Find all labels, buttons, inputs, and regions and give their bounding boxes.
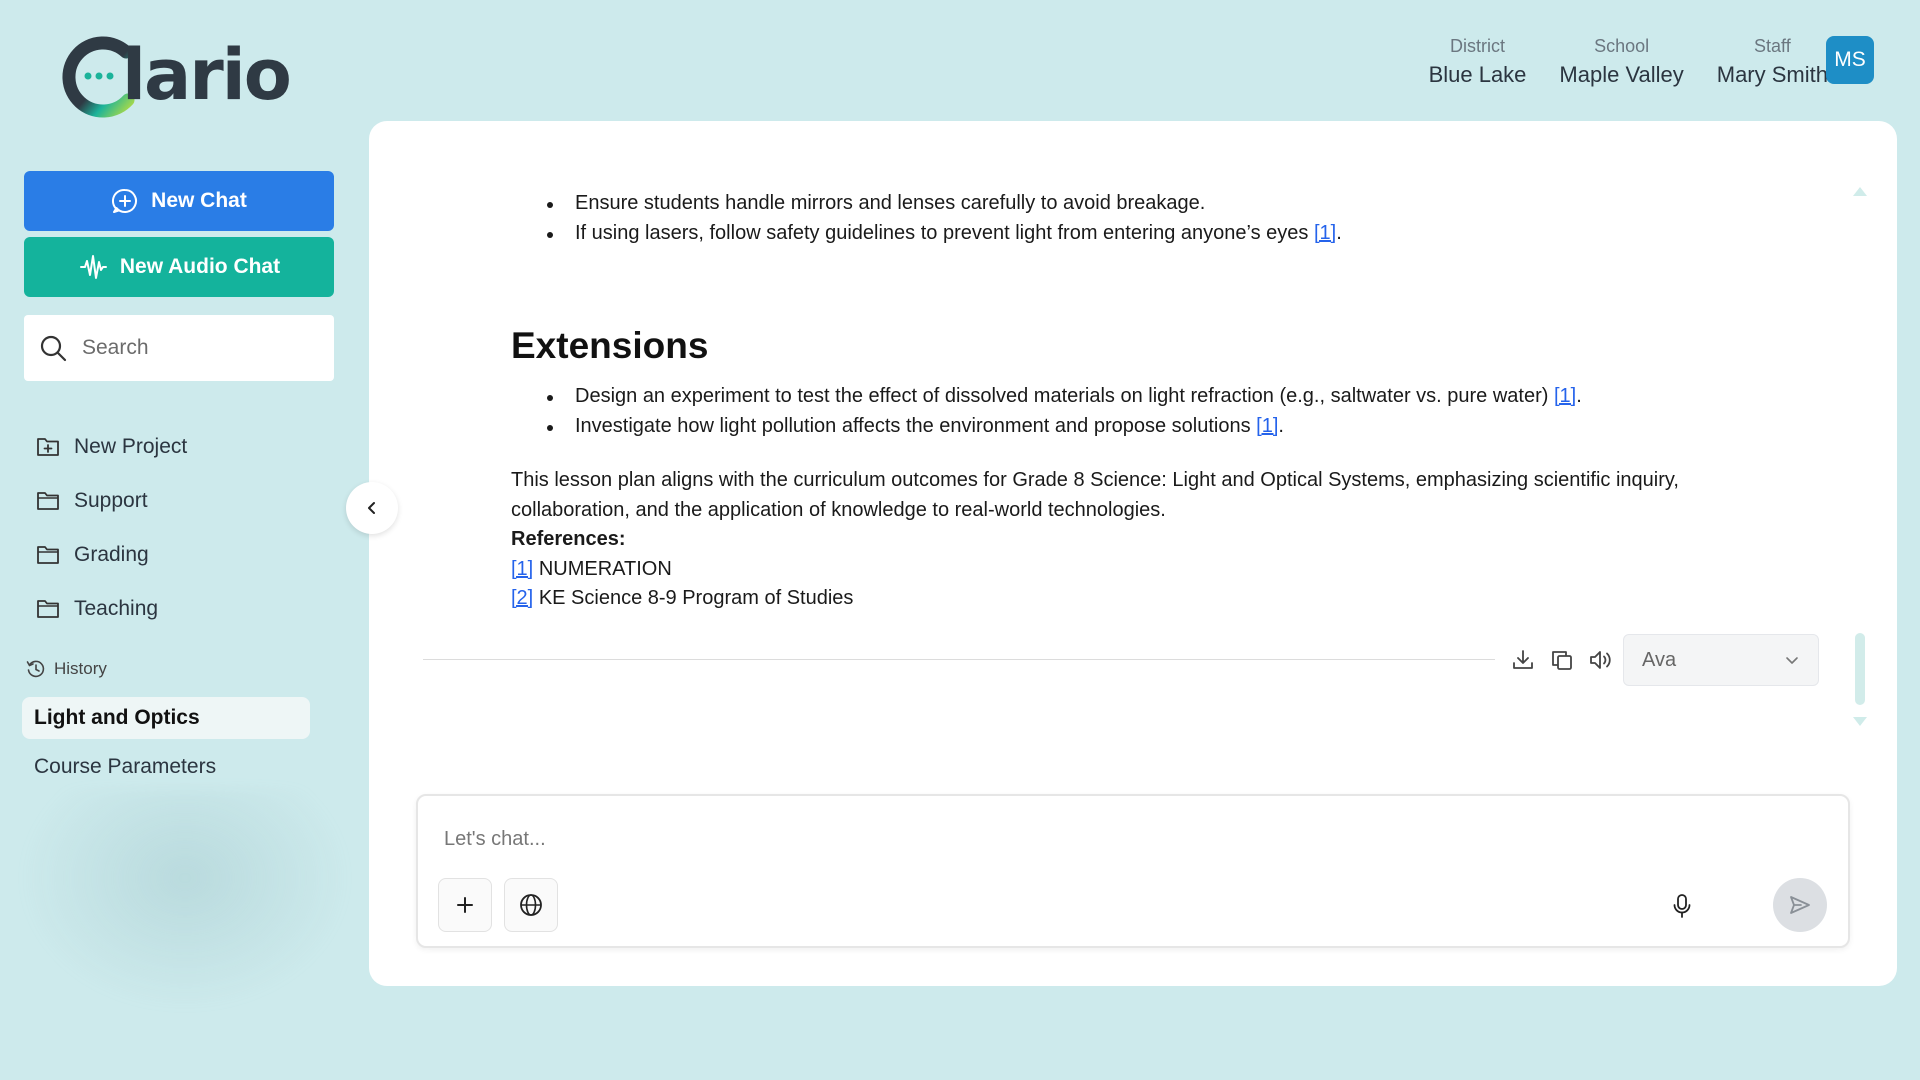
district-value: Blue Lake	[1428, 62, 1527, 87]
collapse-sidebar-button[interactable]	[346, 482, 398, 534]
folder-plus-icon	[37, 438, 59, 456]
reference-item: [1] NUMERATION	[511, 555, 1781, 585]
plus-icon	[457, 897, 473, 913]
message-actions: Ava	[423, 630, 1819, 686]
bullet-tail: .	[1336, 221, 1342, 244]
user-avatar[interactable]: MS	[1826, 36, 1874, 84]
globe-icon	[520, 894, 542, 916]
history-label: History	[54, 659, 107, 678]
scroll-up-arrow[interactable]	[1853, 187, 1867, 196]
history-header: History	[26, 659, 107, 679]
sidebar-item-teaching[interactable]: Teaching	[36, 582, 187, 636]
sidebar-item-label: Support	[74, 489, 148, 512]
speaker-icon	[1590, 651, 1611, 669]
add-attachment-button[interactable]	[438, 878, 492, 932]
new-chat-label: New Chat	[151, 189, 247, 212]
chevron-down-icon	[1786, 657, 1798, 664]
folder-icon	[37, 546, 59, 564]
voice-select[interactable]: Ava	[1623, 634, 1819, 686]
staff-value: Mary Smith	[1716, 62, 1828, 87]
bullet-text: Ensure students handle mirrors and lense…	[575, 192, 1206, 214]
history-item-course-parameters[interactable]: Course Parameters	[22, 746, 310, 788]
header-meta: District Blue Lake School Maple Valley S…	[1429, 34, 1828, 90]
sidebar-item-new-project[interactable]: New Project	[36, 420, 187, 474]
send-button[interactable]	[1773, 878, 1827, 932]
sidebar-fade	[20, 790, 350, 1010]
send-icon	[1790, 896, 1810, 914]
sidebar-item-label: Teaching	[74, 597, 159, 620]
reference-item: [2] KE Science 8-9 Program of Studies	[511, 584, 1781, 614]
reference-link[interactable]: [2]	[511, 587, 533, 609]
copy-icon	[1552, 651, 1572, 670]
project-nav: New Project Support Grading Teaching	[36, 420, 187, 636]
chat-plus-icon	[112, 188, 138, 213]
microphone-button[interactable]	[1666, 890, 1698, 922]
history-item-label: Course Parameters	[34, 755, 217, 778]
list-item: Design an experiment to test the effect …	[511, 382, 1781, 412]
message-divider	[423, 659, 1495, 660]
staff-label: Staff	[1754, 36, 1791, 56]
clario-logo: lario	[62, 36, 302, 122]
list-item: Ensure students handle mirrors and lense…	[511, 189, 1781, 219]
search-box[interactable]	[24, 315, 334, 381]
sidebar-item-label: New Project	[74, 435, 188, 458]
voice-select-value: Ava	[1642, 648, 1677, 671]
search-input[interactable]	[82, 336, 302, 360]
district-label: District	[1449, 36, 1505, 56]
audio-wave-icon	[79, 255, 107, 279]
reference-title: KE Science 8-9 Program of Studies	[538, 587, 854, 609]
folder-icon	[37, 600, 59, 618]
history-icon	[26, 660, 45, 678]
sidebar-item-support[interactable]: Support	[36, 474, 187, 528]
web-search-button[interactable]	[504, 878, 558, 932]
list-item: Investigate how light pollution affects …	[511, 412, 1781, 442]
list-item: If using lasers, follow safety guideline…	[511, 219, 1781, 249]
bullet-text: Design an experiment to test the effect …	[575, 385, 1554, 407]
staff-info: Staff Mary Smith	[1717, 34, 1828, 90]
chevron-left-icon	[368, 502, 375, 514]
scrollbar-thumb[interactable]	[1855, 633, 1865, 705]
download-button[interactable]	[1509, 646, 1537, 674]
bullet-text: Investigate how light pollution affects …	[575, 414, 1257, 437]
extensions-heading: Extensions	[511, 325, 709, 366]
school-label: School	[1594, 36, 1650, 56]
chat-input[interactable]	[444, 822, 1744, 856]
extensions-list: Design an experiment to test the effect …	[511, 382, 1781, 441]
bullet-tail: .	[1576, 385, 1582, 407]
download-icon	[1513, 650, 1533, 669]
scroll-down-arrow[interactable]	[1853, 717, 1867, 726]
reference-link[interactable]: [1]	[511, 558, 533, 580]
folder-icon	[37, 492, 59, 510]
citation-link[interactable]: [1]	[1256, 415, 1278, 437]
school-value: Maple Valley	[1559, 62, 1684, 87]
logo-text: lario	[122, 34, 292, 116]
new-audio-chat-label: New Audio Chat	[119, 255, 281, 278]
summary-paragraph: This lesson plan aligns with the curricu…	[511, 469, 1679, 521]
sidebar-item-label: Grading	[74, 543, 149, 566]
copy-button[interactable]	[1548, 646, 1576, 674]
reference-title: NUMERATION	[538, 557, 672, 580]
chat-composer	[416, 794, 1850, 948]
assistant-message: Ensure students handle mirrors and lense…	[511, 189, 1781, 614]
history-item-label: Light and Optics	[34, 706, 200, 729]
history-item-light-and-optics[interactable]: Light and Optics	[22, 697, 310, 739]
safety-list: Ensure students handle mirrors and lense…	[511, 189, 1781, 248]
school-info: School Maple Valley	[1559, 34, 1683, 90]
bullet-tail: .	[1278, 414, 1284, 437]
citation-link[interactable]: [1]	[1314, 222, 1336, 244]
new-chat-button[interactable]: New Chat	[24, 171, 334, 231]
bullet-text: If using lasers, follow safety guideline…	[575, 221, 1314, 244]
read-aloud-button[interactable]	[1587, 646, 1615, 674]
citation-link[interactable]: [1]	[1554, 385, 1576, 407]
sidebar-item-grading[interactable]: Grading	[36, 528, 187, 582]
references-label: References:	[511, 528, 626, 550]
search-icon	[40, 335, 67, 362]
district-info: District Blue Lake	[1429, 34, 1527, 90]
new-audio-chat-button[interactable]: New Audio Chat	[24, 237, 334, 297]
chat-panel: Ensure students handle mirrors and lense…	[369, 121, 1897, 986]
microphone-icon	[1673, 894, 1691, 918]
